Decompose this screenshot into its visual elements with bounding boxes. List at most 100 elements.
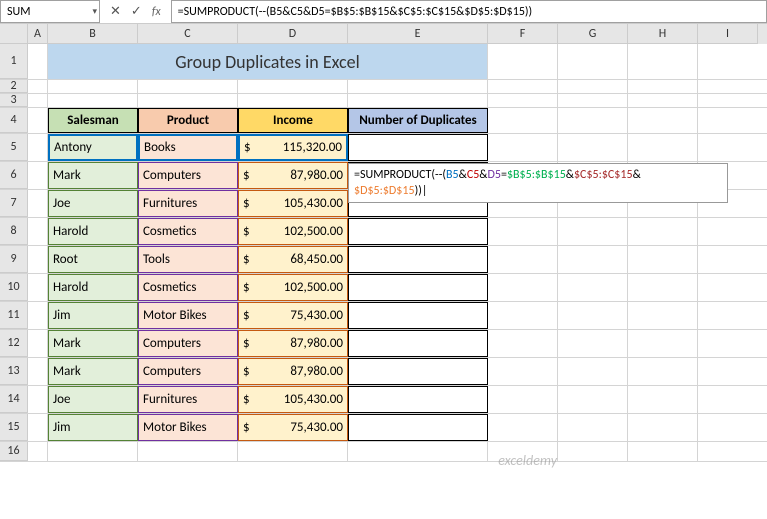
cell[interactable] bbox=[48, 94, 138, 107]
col-header-D[interactable]: D bbox=[238, 24, 348, 44]
cell[interactable] bbox=[488, 246, 558, 273]
row-header[interactable]: 11 bbox=[0, 302, 28, 329]
cell[interactable] bbox=[48, 442, 138, 461]
cell[interactable] bbox=[238, 442, 348, 461]
cell[interactable] bbox=[28, 44, 48, 79]
cell[interactable] bbox=[348, 442, 488, 461]
cell-salesman[interactable]: Mark bbox=[48, 162, 138, 189]
cell[interactable] bbox=[628, 302, 698, 329]
cell-salesman[interactable]: Mark bbox=[48, 358, 138, 385]
cell[interactable] bbox=[628, 218, 698, 245]
row-header[interactable]: 7 bbox=[0, 190, 28, 217]
cell[interactable] bbox=[488, 80, 558, 93]
cell[interactable] bbox=[628, 108, 698, 133]
cell[interactable] bbox=[558, 80, 628, 93]
enter-icon[interactable]: ✓ bbox=[131, 4, 142, 19]
cell-salesman[interactable]: Antony bbox=[48, 134, 138, 161]
col-header-C[interactable]: C bbox=[138, 24, 238, 44]
cell-income[interactable]: $75,430.00 bbox=[238, 414, 348, 441]
cell[interactable] bbox=[28, 80, 48, 93]
cell[interactable] bbox=[28, 218, 48, 245]
cell[interactable] bbox=[628, 274, 698, 301]
cell-product[interactable]: Motor Bikes bbox=[138, 414, 238, 441]
cell[interactable] bbox=[28, 330, 48, 357]
cell-duplicates[interactable] bbox=[348, 218, 488, 245]
cell[interactable] bbox=[138, 94, 238, 107]
cell[interactable] bbox=[558, 246, 628, 273]
row-header[interactable]: 2 bbox=[0, 80, 28, 93]
cell-duplicates[interactable] bbox=[348, 386, 488, 413]
cell-product[interactable]: Computers bbox=[138, 162, 238, 189]
row-header[interactable]: 16 bbox=[0, 442, 28, 461]
cell[interactable] bbox=[238, 80, 348, 93]
cell-duplicates[interactable] bbox=[348, 134, 488, 161]
cell[interactable] bbox=[558, 108, 628, 133]
header-salesman[interactable]: Salesman bbox=[48, 108, 138, 133]
cell[interactable] bbox=[28, 442, 48, 461]
cell[interactable] bbox=[488, 274, 558, 301]
row-header[interactable]: 15 bbox=[0, 414, 28, 441]
row-header[interactable]: 14 bbox=[0, 386, 28, 413]
cell-income[interactable]: $87,980.00 bbox=[238, 162, 348, 189]
cell-income[interactable]: $115,320.00 bbox=[238, 134, 348, 161]
cell-duplicates[interactable] bbox=[348, 414, 488, 441]
cell[interactable] bbox=[558, 358, 628, 385]
name-box-dropdown-icon[interactable]: ▾ bbox=[92, 6, 97, 17]
select-all-corner[interactable] bbox=[0, 24, 28, 44]
cell-income[interactable]: $102,500.00 bbox=[238, 218, 348, 245]
cell[interactable] bbox=[28, 190, 48, 217]
col-header-H[interactable]: H bbox=[628, 24, 698, 44]
cell[interactable] bbox=[28, 302, 48, 329]
cell[interactable] bbox=[28, 386, 48, 413]
row-header[interactable]: 1 bbox=[0, 44, 28, 79]
cell[interactable] bbox=[488, 218, 558, 245]
row-header[interactable]: 5 bbox=[0, 134, 28, 161]
cell-income[interactable]: $87,980.00 bbox=[238, 330, 348, 357]
cell-income[interactable]: $102,500.00 bbox=[238, 274, 348, 301]
cell-income[interactable]: $105,430.00 bbox=[238, 386, 348, 413]
cell[interactable] bbox=[558, 274, 628, 301]
cell[interactable] bbox=[558, 442, 628, 461]
cell[interactable] bbox=[628, 246, 698, 273]
cell-salesman[interactable]: Joe bbox=[48, 386, 138, 413]
cell-salesman[interactable]: Jim bbox=[48, 302, 138, 329]
cancel-icon[interactable]: ✕ bbox=[110, 4, 121, 19]
cell-income[interactable]: $75,430.00 bbox=[238, 302, 348, 329]
cell[interactable] bbox=[28, 246, 48, 273]
cell[interactable] bbox=[488, 134, 558, 161]
cell[interactable] bbox=[348, 94, 488, 107]
cell[interactable] bbox=[28, 134, 48, 161]
header-income[interactable]: Income bbox=[238, 108, 348, 133]
cell[interactable] bbox=[28, 162, 48, 189]
cell-product[interactable]: Motor Bikes bbox=[138, 302, 238, 329]
cell[interactable] bbox=[488, 302, 558, 329]
cell-product[interactable]: Computers bbox=[138, 358, 238, 385]
cell[interactable] bbox=[558, 94, 628, 107]
cell-duplicates[interactable] bbox=[348, 330, 488, 357]
cell[interactable] bbox=[28, 358, 48, 385]
col-header-I[interactable]: I bbox=[698, 24, 758, 44]
cell[interactable] bbox=[558, 302, 628, 329]
cell-income[interactable]: $87,980.00 bbox=[238, 358, 348, 385]
cell[interactable] bbox=[28, 274, 48, 301]
cell-salesman[interactable]: Harold bbox=[48, 274, 138, 301]
formula-bar-input[interactable]: =SUMPRODUCT(--(B5&C5&D5=$B$5:$B$15&$C$5:… bbox=[171, 0, 767, 23]
cell-product[interactable]: Tools bbox=[138, 246, 238, 273]
row-header[interactable]: 10 bbox=[0, 274, 28, 301]
cell[interactable] bbox=[628, 44, 698, 79]
cell[interactable] bbox=[238, 94, 348, 107]
cell[interactable] bbox=[558, 44, 628, 79]
cell-product[interactable]: Computers bbox=[138, 330, 238, 357]
cell[interactable] bbox=[558, 386, 628, 413]
cell[interactable] bbox=[628, 358, 698, 385]
cell[interactable] bbox=[488, 44, 558, 79]
cell[interactable] bbox=[28, 414, 48, 441]
cell[interactable] bbox=[558, 330, 628, 357]
cell[interactable] bbox=[628, 330, 698, 357]
row-header[interactable]: 9 bbox=[0, 246, 28, 273]
fx-icon[interactable]: fx bbox=[152, 5, 161, 19]
col-header-E[interactable]: E bbox=[348, 24, 488, 44]
cell[interactable] bbox=[488, 358, 558, 385]
cell[interactable] bbox=[628, 442, 698, 461]
row-header[interactable]: 4 bbox=[0, 108, 28, 133]
